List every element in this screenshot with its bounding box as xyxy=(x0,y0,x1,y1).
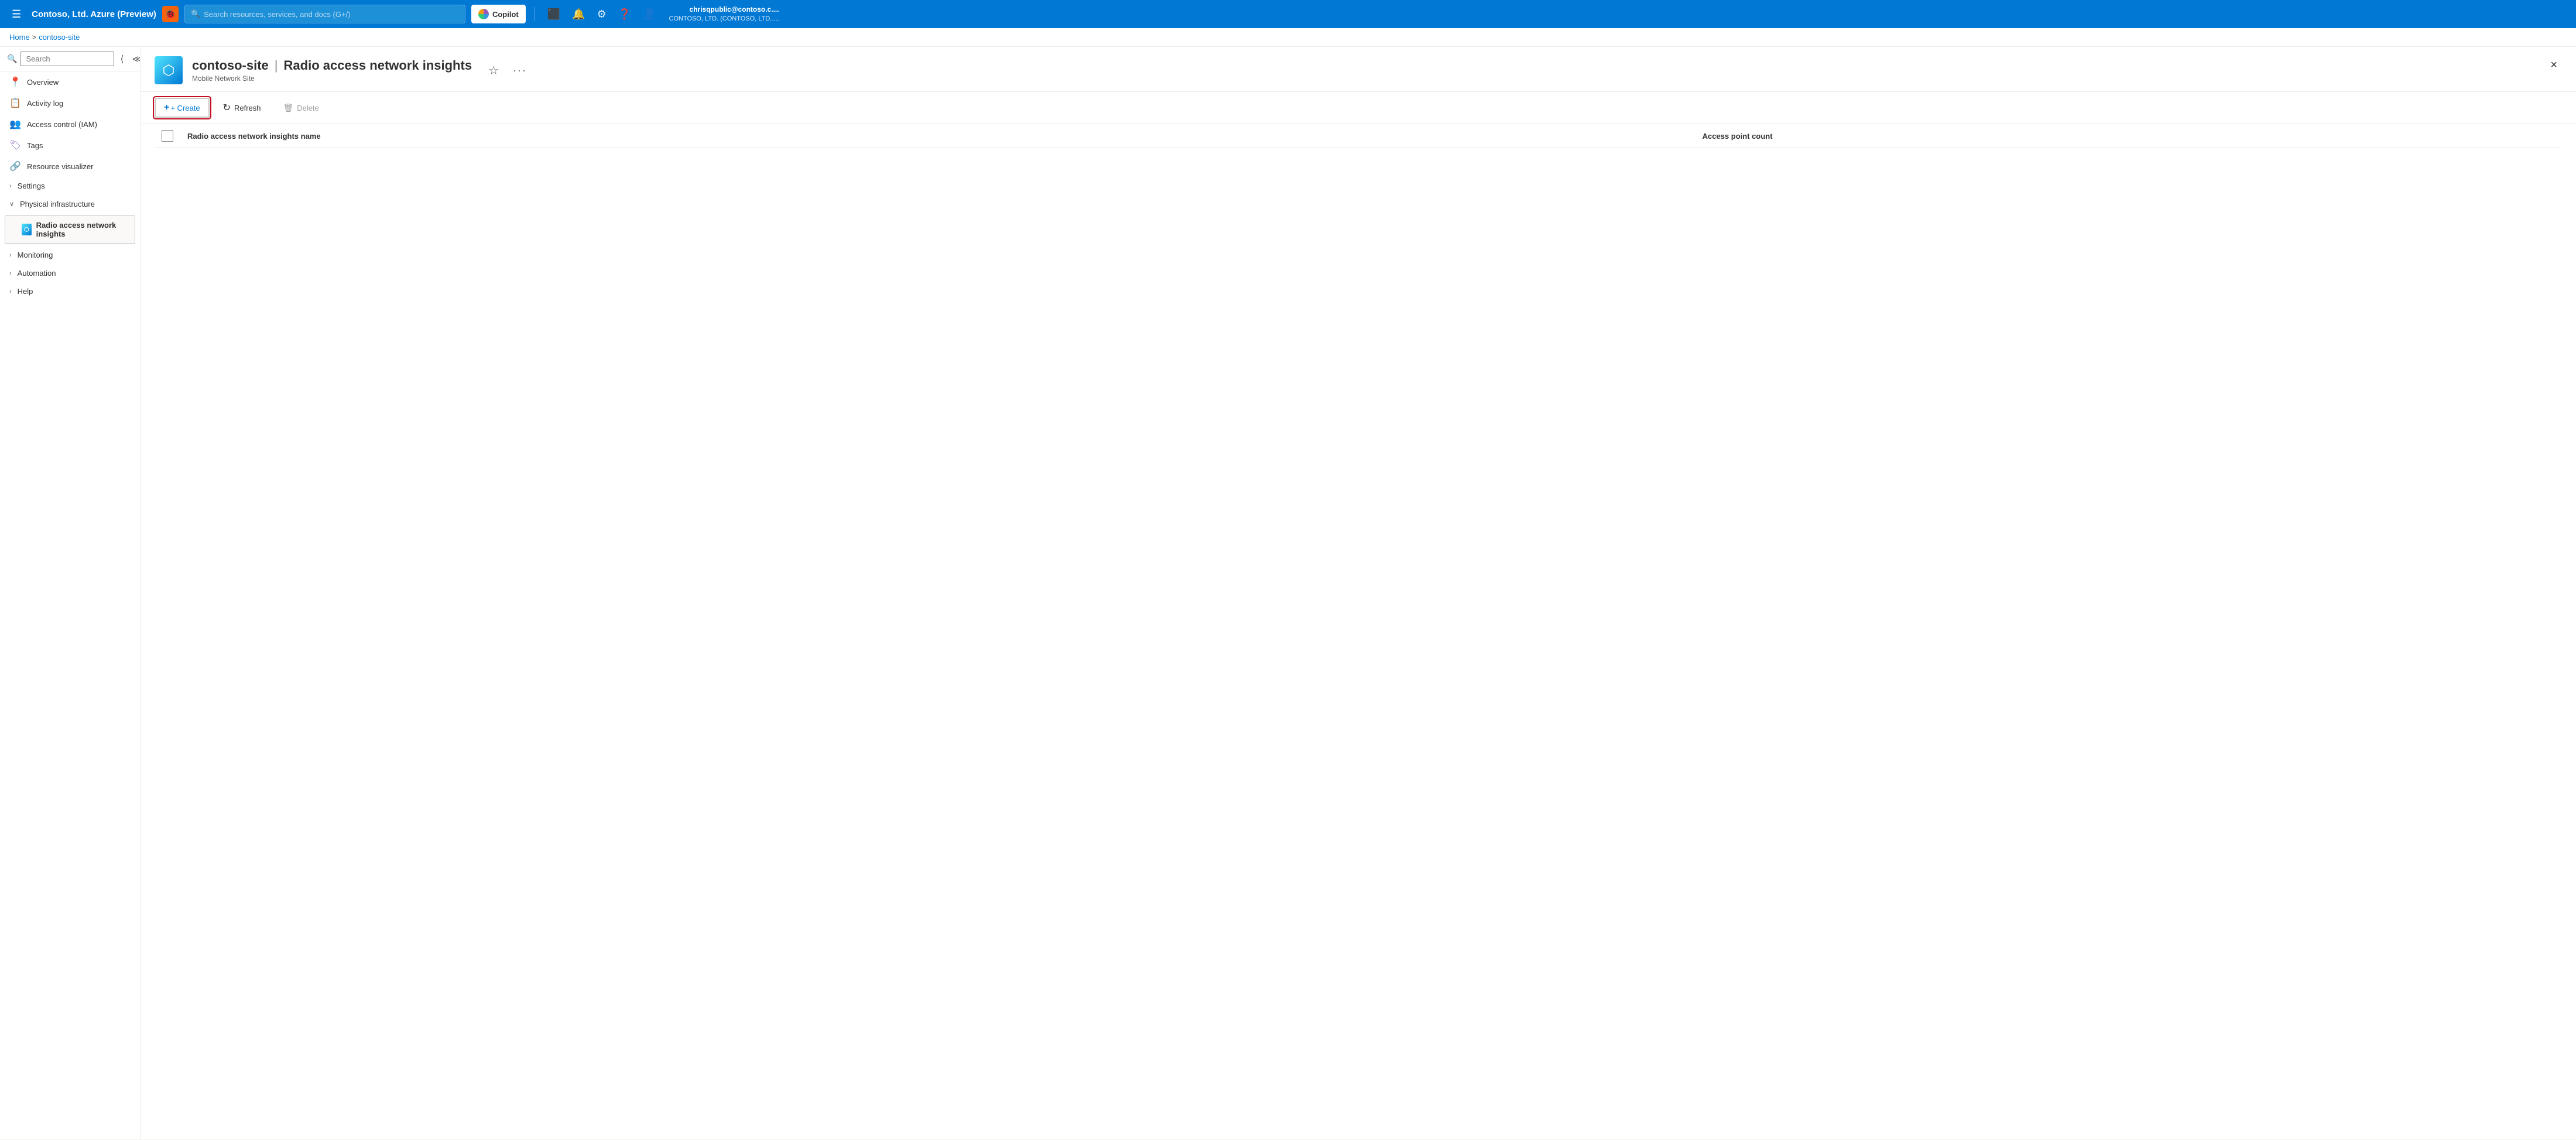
activity-log-icon: 📋 xyxy=(9,97,21,109)
copilot-label: Copilot xyxy=(492,10,519,19)
sidebar-section-automation[interactable]: › Automation xyxy=(0,264,140,282)
sidebar-section-automation-label: Automation xyxy=(18,269,56,278)
close-button[interactable]: × xyxy=(2546,56,2562,74)
refresh-button[interactable]: ↻ Refresh xyxy=(214,98,270,118)
sidebar-section-physical-label: Physical infrastructure xyxy=(20,200,95,208)
breadcrumb: Home > contoso-site xyxy=(0,28,2576,47)
create-icon: + xyxy=(164,102,169,113)
portal-title: Contoso, Ltd. Azure (Preview) xyxy=(32,9,156,19)
delete-icon: 🗑 xyxy=(283,103,294,113)
feedback-icon[interactable]: 👤 xyxy=(638,6,660,23)
sidebar-item-visualizer-label: Resource visualizer xyxy=(27,162,93,171)
settings-chevron-icon: › xyxy=(9,183,12,190)
sidebar-section-settings[interactable]: › Settings xyxy=(0,177,140,195)
toolbar: + + Create ↻ Refresh 🗑 Delete xyxy=(141,92,2576,124)
select-all-checkbox[interactable] xyxy=(162,130,173,142)
copilot-button[interactable]: Copilot xyxy=(471,5,526,23)
copilot-icon xyxy=(478,9,489,19)
sidebar-item-iam-label: Access control (IAM) xyxy=(27,120,97,129)
column-name: Radio access network insights name xyxy=(180,124,1695,148)
notification-icon[interactable]: 🔔 xyxy=(567,6,590,23)
automation-chevron-icon: › xyxy=(9,270,12,277)
sidebar-item-radio-access[interactable]: ⬡ Radio access network insights xyxy=(5,215,135,244)
favorite-icon[interactable]: ☆ xyxy=(486,61,501,80)
radio-access-icon: ⬡ xyxy=(22,224,32,235)
sidebar-section-physical-infra[interactable]: ∨ Physical infrastructure xyxy=(0,195,140,213)
page-header-left: ⬡ contoso-site | Radio access network in… xyxy=(155,56,529,84)
resource-icon: ⬡ xyxy=(155,56,183,84)
data-table: Radio access network insights name Acces… xyxy=(155,124,2562,148)
email-icon[interactable]: ⬛ xyxy=(543,6,565,23)
tags-icon: 🏷 xyxy=(9,139,21,151)
delete-label: Delete xyxy=(297,104,319,112)
sidebar-item-radio-label: Radio access network insights xyxy=(36,221,129,238)
nav-icon-group: ⬛ 🔔 ⚙ ❓ 👤 xyxy=(543,6,661,23)
user-name: chrisqpublic@contoso.c.... xyxy=(669,5,779,15)
page-header: ⬡ contoso-site | Radio access network in… xyxy=(141,47,2576,92)
more-options-icon[interactable]: ··· xyxy=(511,62,529,79)
sidebar-section-monitoring[interactable]: › Monitoring xyxy=(0,246,140,264)
breadcrumb-sep: > xyxy=(32,33,37,42)
main-layout: 🔍 ⟨ ≪ 📍 Overview 📋 Activity log 👥 Access… xyxy=(0,47,2576,1139)
delete-button[interactable]: 🗑 Delete xyxy=(275,99,328,117)
sidebar-section-settings-label: Settings xyxy=(18,182,45,190)
sidebar-search-area: 🔍 ⟨ ≪ xyxy=(0,47,140,71)
breadcrumb-current[interactable]: contoso-site xyxy=(39,33,80,42)
pin-icon: 📍 xyxy=(9,76,21,88)
create-label: + Create xyxy=(170,104,200,112)
sidebar-collapse-btn[interactable]: ≪ xyxy=(130,52,141,66)
page-subtitle: Mobile Network Site xyxy=(192,74,472,83)
global-search-placeholder: Search resources, services, and docs (G+… xyxy=(204,10,350,19)
top-navigation: ☰ Contoso, Ltd. Azure (Preview) 🐞 🔍 Sear… xyxy=(0,0,2576,28)
nav-divider xyxy=(534,7,535,21)
page-header-text: contoso-site | Radio access network insi… xyxy=(192,58,472,83)
sidebar-item-tags-label: Tags xyxy=(27,141,43,150)
sidebar-search-icon: 🔍 xyxy=(7,54,17,64)
column-access-count: Access point count xyxy=(1695,124,2562,148)
sidebar-section-help-label: Help xyxy=(18,287,33,296)
monitoring-chevron-icon: › xyxy=(9,252,12,259)
physical-infra-chevron-icon: ∨ xyxy=(9,200,14,208)
create-button[interactable]: + + Create xyxy=(155,98,210,118)
table-header: Radio access network insights name Acces… xyxy=(155,124,2562,148)
sidebar-item-tags[interactable]: 🏷 Tags xyxy=(0,135,140,156)
page-title: Radio access network insights xyxy=(284,58,472,73)
sidebar-item-overview[interactable]: 📍 Overview xyxy=(0,71,140,93)
sidebar-item-activity-log-label: Activity log xyxy=(27,99,63,108)
sidebar-nav-prev[interactable]: ⟨ xyxy=(118,52,126,66)
column-checkbox xyxy=(155,124,180,148)
user-info[interactable]: chrisqpublic@contoso.c.... CONTOSO, LTD.… xyxy=(669,5,779,23)
refresh-label: Refresh xyxy=(234,104,261,112)
global-search-bar[interactable]: 🔍 Search resources, services, and docs (… xyxy=(184,5,465,23)
bug-icon[interactable]: 🐞 xyxy=(162,6,179,22)
resource-name: contoso-site xyxy=(192,58,269,73)
iam-icon: 👥 xyxy=(9,118,21,130)
content-area: ⬡ contoso-site | Radio access network in… xyxy=(141,47,2576,1139)
search-icon: 🔍 xyxy=(191,9,200,19)
help-chevron-icon: › xyxy=(9,288,12,295)
refresh-icon: ↻ xyxy=(223,102,231,114)
visualizer-icon: 🔗 xyxy=(9,160,21,172)
sidebar-search-input[interactable] xyxy=(20,52,114,66)
sidebar-section-monitoring-label: Monitoring xyxy=(18,251,53,259)
header-separator: | xyxy=(275,58,278,73)
settings-icon[interactable]: ⚙ xyxy=(592,6,611,23)
sidebar: 🔍 ⟨ ≪ 📍 Overview 📋 Activity log 👥 Access… xyxy=(0,47,141,1139)
sidebar-item-iam[interactable]: 👥 Access control (IAM) xyxy=(0,114,140,135)
sidebar-section-help[interactable]: › Help xyxy=(0,282,140,300)
sidebar-navigation: 📍 Overview 📋 Activity log 👥 Access contr… xyxy=(0,71,140,1139)
table-area: Radio access network insights name Acces… xyxy=(141,124,2576,1139)
user-org: CONTOSO, LTD. (CONTOSO, LTD..... xyxy=(669,15,779,23)
help-icon[interactable]: ❓ xyxy=(614,6,636,23)
sidebar-item-resource-visualizer[interactable]: 🔗 Resource visualizer xyxy=(0,156,140,177)
hamburger-menu[interactable]: ☰ xyxy=(7,6,26,23)
sidebar-item-activity-log[interactable]: 📋 Activity log xyxy=(0,93,140,114)
sidebar-item-overview-label: Overview xyxy=(27,78,59,87)
breadcrumb-home[interactable]: Home xyxy=(9,33,30,42)
